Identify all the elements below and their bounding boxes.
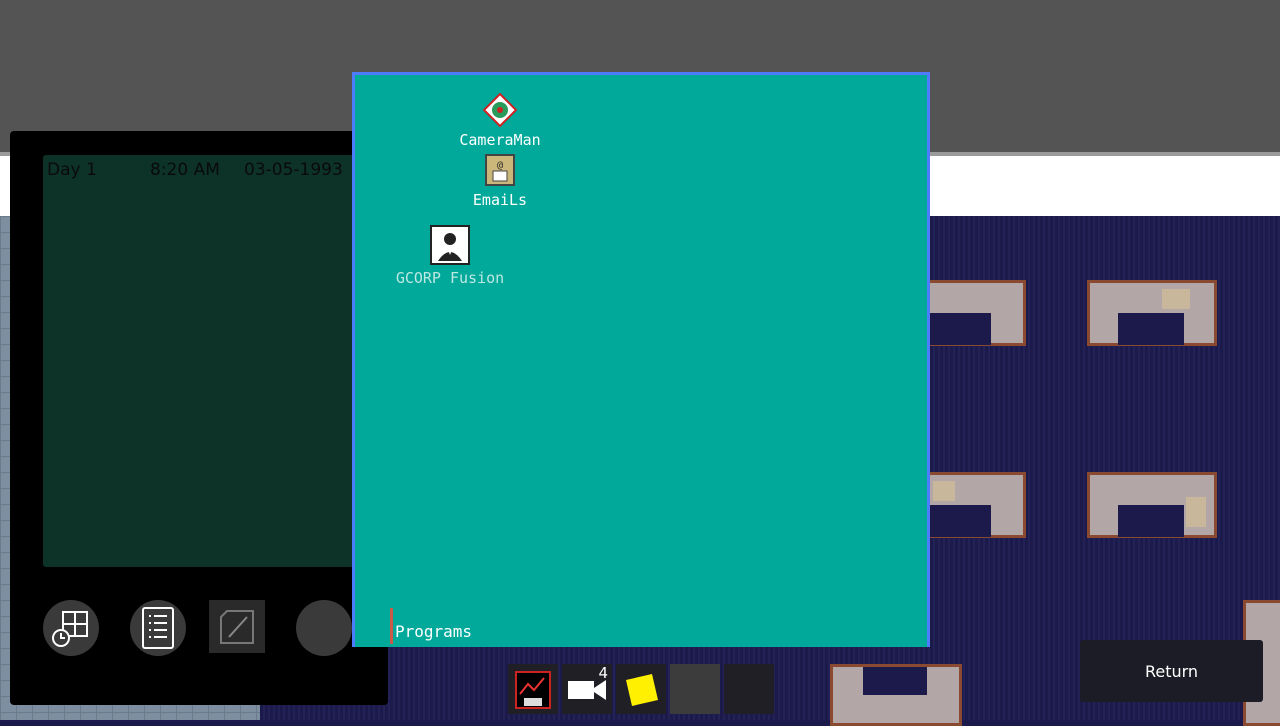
user-profile-icon xyxy=(430,225,470,265)
hotbar-slot-camera[interactable]: 4 xyxy=(562,664,612,714)
computer-terminal-icon[interactable] xyxy=(933,481,955,501)
hotbar-slot-sticky-note[interactable] xyxy=(616,664,666,714)
programs-button[interactable]: Programs xyxy=(395,622,472,641)
pda-device: Day 1 8:20 AM 03-05-1993 xyxy=(10,131,388,705)
cubicle-desk[interactable] xyxy=(920,472,1026,538)
desktop-icon-emails[interactable]: @ EmaiLs xyxy=(405,153,595,209)
computer-terminal-icon[interactable] xyxy=(1162,289,1190,309)
pda-screen xyxy=(43,155,355,567)
document-list-icon xyxy=(142,607,174,649)
pda-documents-button[interactable] xyxy=(130,600,186,656)
cameraman-icon xyxy=(482,92,518,128)
cubicle-desk xyxy=(830,664,962,726)
chart-disk-icon xyxy=(515,671,551,709)
pda-apps-clock-button[interactable] xyxy=(43,600,99,656)
camera-count: 4 xyxy=(598,664,608,682)
desktop-icon-cameraman[interactable]: CameraMan xyxy=(405,92,595,149)
cubicle-desk xyxy=(920,280,1026,346)
apps-clock-icon xyxy=(52,611,88,647)
sticky-note-icon xyxy=(626,674,658,706)
desktop-icon-label: EmaiLs xyxy=(472,191,528,209)
pda-blank-button[interactable] xyxy=(296,600,352,656)
desktop-icon-gcorp-fusion[interactable]: GCORP Fusion xyxy=(385,225,515,287)
taskbar-edge xyxy=(390,608,393,644)
chair-icon xyxy=(1186,497,1206,527)
notepad-edit-icon xyxy=(220,609,254,644)
hotbar-slot-empty[interactable] xyxy=(724,664,774,714)
desktop-icon-label: CameraMan xyxy=(459,131,541,149)
computer-desktop-window: CameraMan @ EmaiLs GCORP Fusion Programs xyxy=(352,72,930,647)
pda-time: 8:20 AM xyxy=(150,160,220,180)
pda-date: 03-05-1993 xyxy=(244,160,343,180)
svg-text:@: @ xyxy=(497,160,503,171)
pda-day: Day 1 xyxy=(47,160,97,180)
hotbar-slot-empty[interactable] xyxy=(670,664,720,714)
desktop-icon-label: GCORP Fusion xyxy=(395,269,505,287)
pda-notepad-button[interactable] xyxy=(209,600,265,653)
email-icon: @ xyxy=(485,154,515,186)
hotbar-slot-chart[interactable] xyxy=(508,664,558,714)
cubicle-desk[interactable] xyxy=(1087,280,1217,346)
return-button[interactable]: Return xyxy=(1080,640,1263,702)
cubicle-desk xyxy=(1087,472,1217,538)
